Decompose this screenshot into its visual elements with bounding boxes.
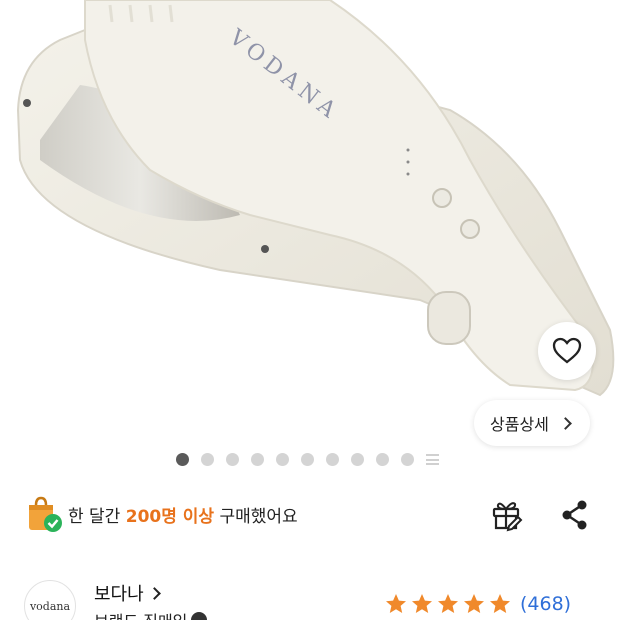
pager-dot[interactable] bbox=[176, 453, 189, 466]
pager-dot[interactable] bbox=[251, 453, 264, 466]
brand-name: 보다나 bbox=[94, 584, 144, 605]
product-detail-button[interactable]: 상품상세 bbox=[474, 400, 590, 446]
product-image[interactable]: VODANA bbox=[0, 0, 620, 445]
purchase-social-proof: 한 달간 200명 이상 구매했어요 bbox=[24, 494, 298, 534]
more-images-icon[interactable] bbox=[426, 453, 439, 466]
star-icon bbox=[490, 594, 510, 613]
product-detail-label: 상품상세 bbox=[490, 415, 549, 434]
share-icon bbox=[562, 500, 587, 530]
chevron-right-icon bbox=[147, 586, 161, 600]
pager-dot[interactable] bbox=[401, 453, 414, 466]
proof-highlight: 200명 이상 bbox=[125, 506, 215, 527]
share-button[interactable] bbox=[558, 498, 592, 532]
pager-dot[interactable] bbox=[326, 453, 339, 466]
shopping-bag-icon bbox=[29, 496, 62, 532]
pager-dot[interactable] bbox=[201, 453, 214, 466]
star-icon bbox=[438, 594, 458, 613]
brand-sub-label: 브랜드 직매입 bbox=[94, 608, 187, 620]
chevron-right-icon bbox=[559, 416, 572, 430]
heart-icon bbox=[552, 337, 582, 364]
gift-button[interactable] bbox=[490, 498, 524, 532]
pager-dot[interactable] bbox=[376, 453, 389, 466]
star-icon bbox=[412, 594, 432, 613]
hair-crimper-illustration: VODANA bbox=[16, 0, 615, 397]
wishlist-button[interactable] bbox=[538, 322, 596, 380]
proof-prefix: 한 달간 bbox=[68, 506, 126, 527]
star-icon bbox=[386, 594, 406, 613]
gift-icon bbox=[492, 502, 523, 532]
pager-dot[interactable] bbox=[301, 453, 314, 466]
pager-dot[interactable] bbox=[276, 453, 289, 466]
pager-dot[interactable] bbox=[351, 453, 364, 466]
brand-section: vodana 보다나 브랜드 직매입 (468) bbox=[24, 578, 604, 620]
review-count[interactable]: (468) bbox=[520, 593, 571, 615]
brand-logo[interactable]: vodana bbox=[24, 580, 76, 620]
verified-icon bbox=[191, 612, 208, 620]
brand-subtitle: 브랜드 직매입 bbox=[94, 608, 208, 620]
image-pager[interactable] bbox=[176, 453, 439, 466]
proof-suffix: 구매했어요 bbox=[214, 506, 298, 527]
brand-name-link[interactable]: 보다나 bbox=[94, 580, 161, 606]
rating[interactable]: (468) bbox=[384, 592, 571, 616]
star-icon bbox=[464, 594, 484, 613]
pager-dot[interactable] bbox=[226, 453, 239, 466]
